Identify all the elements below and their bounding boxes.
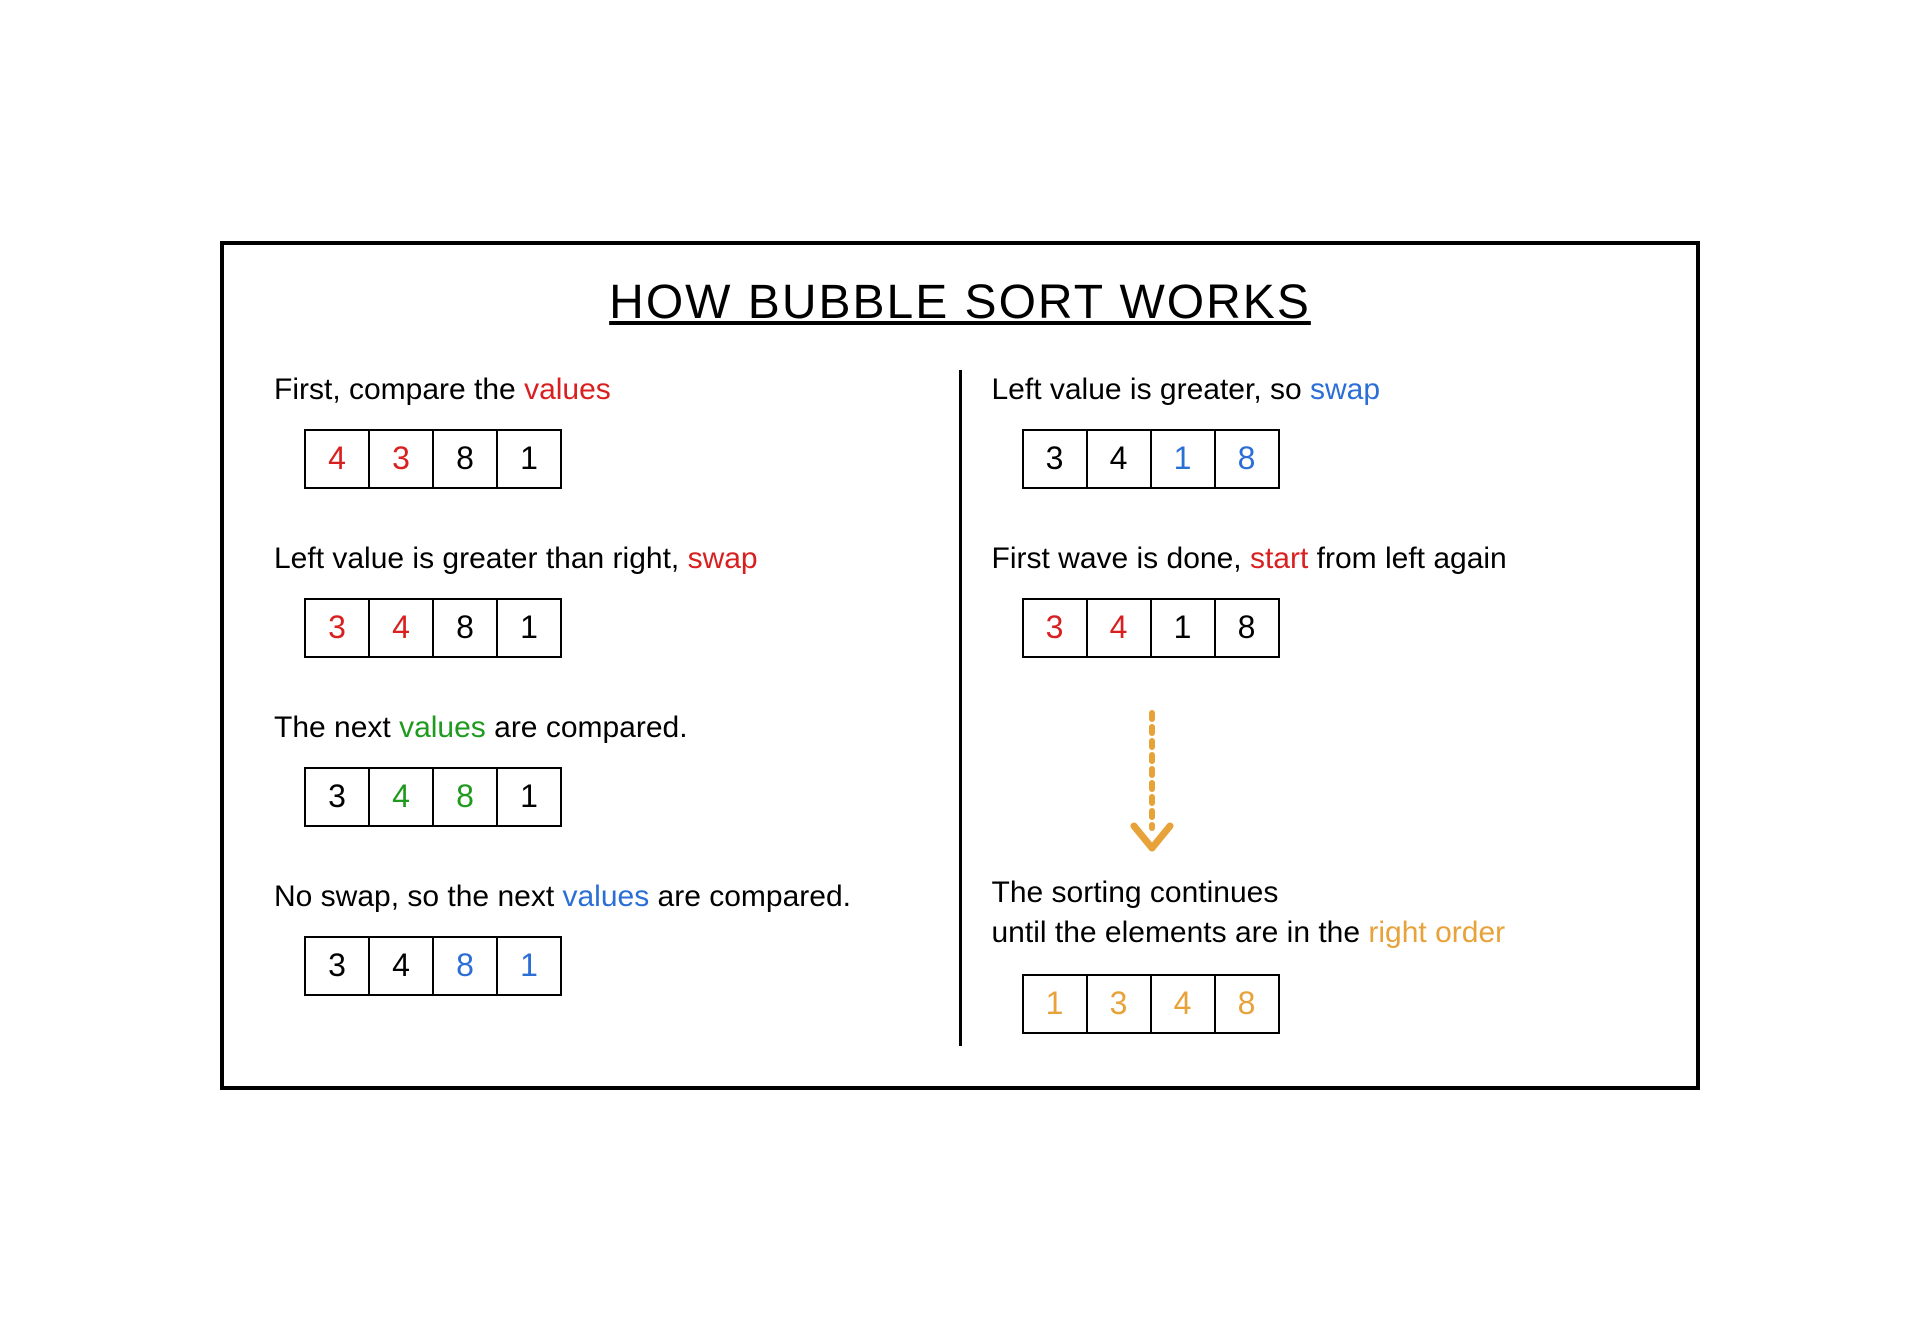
array-row: 3481 [304, 598, 929, 658]
array-cell: 8 [432, 429, 498, 489]
array-cell: 1 [496, 767, 562, 827]
text-span: from left again [1308, 542, 1506, 575]
array-cell: 4 [368, 598, 434, 658]
columns: First, compare the values4381Left value … [274, 370, 1646, 1046]
array-row: 3418 [1022, 598, 1647, 658]
array-row: 4381 [304, 429, 929, 489]
final-text: The sorting continues until the elements … [992, 873, 1647, 954]
step: First wave is done, start from left agai… [992, 539, 1647, 658]
array-row: 3481 [304, 767, 929, 827]
array-cell: 3 [368, 429, 434, 489]
array-cell: 1 [1150, 598, 1216, 658]
text-span: values [563, 880, 650, 913]
text-span: values [524, 373, 611, 406]
array-cell: 8 [432, 598, 498, 658]
text-span: The next [274, 711, 399, 744]
step: First, compare the values 4381 [274, 370, 929, 489]
text-span: swap [688, 542, 758, 575]
step: Left value is greater, so swap 3418 [992, 370, 1647, 489]
step-text: The next values are compared. [274, 708, 929, 747]
right-column: Left value is greater, so swap3418First … [962, 370, 1647, 1046]
array-cell: 8 [432, 767, 498, 827]
diagram-frame: HOW BUBBLE SORT WORKS First, compare the… [220, 241, 1700, 1090]
array-row: 3481 [304, 936, 929, 996]
array-cell: 4 [368, 936, 434, 996]
array-cell: 8 [432, 936, 498, 996]
final-array: 1348 [992, 974, 1647, 1034]
array-row: 1348 [1022, 974, 1647, 1034]
array-cell: 3 [304, 936, 370, 996]
text-span: No swap, so the next [274, 880, 563, 913]
array-cell: 4 [1086, 429, 1152, 489]
array-cell: 1 [1150, 429, 1216, 489]
text-span: First wave is done, [992, 542, 1250, 575]
text-span: Left value is greater, so [992, 373, 1311, 406]
down-arrow-icon [1122, 708, 1647, 858]
text-span: values [399, 711, 486, 744]
array-cell: 3 [1086, 974, 1152, 1034]
step-text: First, compare the values [274, 370, 929, 409]
text-span: Left value is greater than right, [274, 542, 688, 575]
left-column: First, compare the values4381Left value … [274, 370, 959, 1046]
array-cell: 8 [1214, 429, 1280, 489]
array-cell: 3 [304, 767, 370, 827]
array-cell: 8 [1214, 974, 1280, 1034]
array-cell: 3 [1022, 598, 1088, 658]
array-cell: 4 [304, 429, 370, 489]
step: The next values are compared. 3481 [274, 708, 929, 827]
text-span: swap [1310, 373, 1380, 406]
text-span: until the elements are in the [992, 916, 1369, 949]
text-span: First, compare the [274, 373, 524, 406]
array-cell: 1 [1022, 974, 1088, 1034]
array-cell: 1 [496, 429, 562, 489]
array-cell: 1 [496, 598, 562, 658]
page-title: HOW BUBBLE SORT WORKS [274, 275, 1646, 330]
array-cell: 3 [1022, 429, 1088, 489]
text-span: start [1250, 542, 1308, 575]
step-text: First wave is done, start from left agai… [992, 539, 1647, 578]
step-text: Left value is greater, so swap [992, 370, 1647, 409]
step-text: No swap, so the next values are compared… [274, 877, 929, 916]
array-cell: 8 [1214, 598, 1280, 658]
text-span: are compared. [649, 880, 851, 913]
text-span: The sorting continues [992, 876, 1279, 909]
array-row: 3418 [1022, 429, 1647, 489]
step-text: Left value is greater than right, swap [274, 539, 929, 578]
array-cell: 3 [304, 598, 370, 658]
array-cell: 1 [496, 936, 562, 996]
array-cell: 4 [1150, 974, 1216, 1034]
step: Left value is greater than right, swap 34… [274, 539, 929, 658]
array-cell: 4 [1086, 598, 1152, 658]
step: No swap, so the next values are compared… [274, 877, 929, 996]
array-cell: 4 [368, 767, 434, 827]
text-span: right order [1368, 916, 1505, 949]
text-span: are compared. [486, 711, 688, 744]
